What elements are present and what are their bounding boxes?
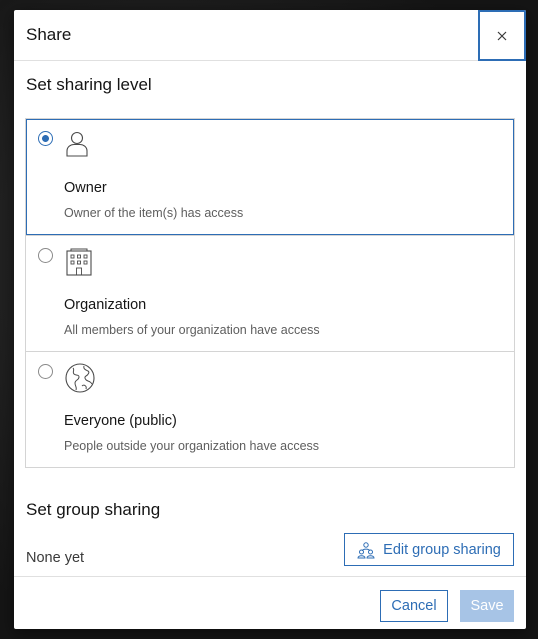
dialog-title: Share: [26, 25, 72, 44]
option-label: Organization: [64, 297, 147, 313]
sharing-level-title: Set sharing level: [26, 75, 152, 94]
option-label: Everyone (public): [64, 413, 177, 429]
group-sharing-title: Set group sharing: [26, 500, 161, 519]
close-button[interactable]: [478, 10, 526, 61]
sharing-option-everyone[interactable]: Everyone (public) People outside your or…: [26, 351, 514, 467]
option-description: Owner of the item(s) has access: [64, 206, 244, 220]
option-description: All members of your organization have ac…: [64, 323, 320, 337]
radio-organization[interactable]: [38, 248, 53, 263]
dialog-header: Share: [14, 10, 526, 61]
close-icon: [497, 31, 507, 40]
group-sharing-status: None yet: [26, 550, 85, 566]
option-description: People outside your organization have ac…: [64, 439, 320, 453]
dialog-footer: Cancel Save: [14, 576, 526, 629]
radio-owner[interactable]: [38, 131, 53, 146]
option-label: Owner: [64, 180, 107, 196]
cancel-button[interactable]: Cancel: [380, 590, 448, 622]
globe-icon: [65, 363, 95, 393]
person-icon: [66, 131, 88, 157]
edit-group-sharing-label: Edit group sharing: [383, 541, 501, 558]
share-dialog: Share Set sharing level Owner Owner of t…: [14, 10, 526, 629]
building-icon: [66, 248, 92, 276]
sharing-level-options: Owner Owner of the item(s) has access Or…: [25, 118, 515, 468]
group-icon: [357, 541, 375, 558]
sharing-option-organization[interactable]: Organization All members of your organiz…: [26, 235, 514, 351]
edit-group-sharing-button[interactable]: Edit group sharing: [344, 533, 514, 566]
sharing-option-owner[interactable]: Owner Owner of the item(s) has access: [26, 119, 514, 235]
save-button[interactable]: Save: [460, 590, 514, 622]
radio-everyone[interactable]: [38, 364, 53, 379]
